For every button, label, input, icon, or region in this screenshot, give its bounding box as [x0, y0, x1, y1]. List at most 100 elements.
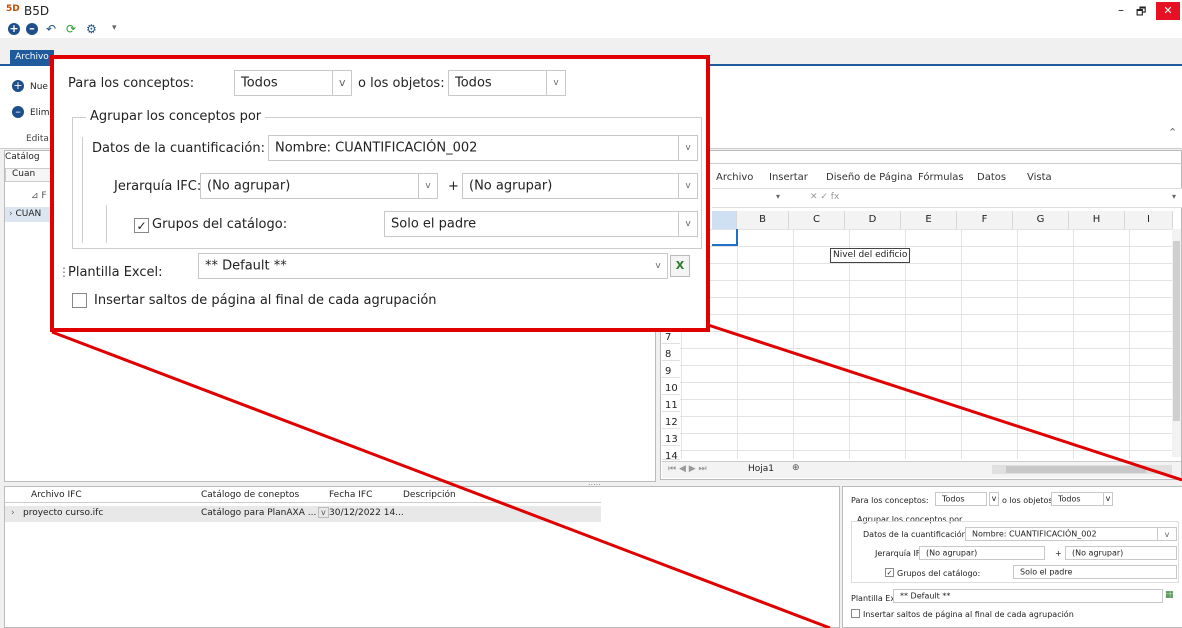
sheet-nav-icons[interactable]: ⏮ ◀ ▶ ⏭ [668, 464, 707, 474]
small-datos-label: Datos de la cuantificación: [863, 530, 970, 539]
small-objetos-dd[interactable]: v [1103, 492, 1113, 506]
horizontal-scrollbar[interactable] [992, 465, 1172, 474]
excel-icon[interactable]: X [670, 255, 690, 277]
chevron-down-icon: v [678, 212, 697, 236]
close-button[interactable]: ✕ [1156, 2, 1180, 20]
small-saltos-checkbox[interactable] [851, 609, 860, 618]
files-header-catalogo[interactable]: Catálogo de coneptos [201, 490, 299, 500]
files-header-archivo[interactable]: Archivo IFC [31, 490, 82, 500]
toolbar-more[interactable]: ▾ [112, 23, 117, 33]
col-header-b[interactable]: B [737, 211, 789, 229]
sheet-menu-diseno[interactable]: Diseño de Página [826, 172, 912, 183]
files-header-descripcion[interactable]: Descripción [403, 490, 456, 500]
col-header-f[interactable]: F [957, 211, 1013, 229]
files-header-fecha[interactable]: Fecha IFC [329, 490, 372, 500]
small-para-dd[interactable]: v [989, 492, 999, 506]
col-header-g[interactable]: G [1013, 211, 1069, 229]
sheet-tab-hoja1[interactable]: Hoja1 [748, 464, 774, 474]
formula-glyphs[interactable]: ✕ ✓ fx [810, 192, 839, 202]
datos-select[interactable]: Nombre: CUANTIFICACIÓN_002 v [268, 135, 698, 161]
plus-label: + [448, 179, 459, 194]
sheet-menu-archivo[interactable]: Archivo [716, 172, 753, 183]
files-row[interactable]: › proyecto curso.ifc Catálogo para PlanA… [5, 506, 601, 522]
datos-label: Datos de la cuantificación: [92, 141, 265, 156]
col-header-i[interactable]: I [1125, 211, 1173, 229]
files-cell-dropdown-icon[interactable]: v [318, 507, 329, 518]
vertical-scrollbar[interactable] [1172, 229, 1181, 457]
small-jerarquia-select[interactable]: (No agrupar) [919, 546, 1045, 560]
small-objetos-label: o los objetos: [1002, 496, 1056, 505]
row-header-7[interactable]: 7 [662, 332, 680, 344]
minimize-button[interactable]: – [1118, 3, 1124, 17]
eliminar-button[interactable]: Elim [30, 108, 49, 118]
small-objetos-select[interactable]: Todos [1051, 492, 1107, 506]
small-grupos-select[interactable]: Solo el padre [1013, 565, 1177, 579]
config-callout: Para los conceptos: Todos v o los objeto… [50, 55, 710, 332]
small-excel-icon[interactable]: ▦ [1165, 590, 1174, 600]
minus-circle-icon[interactable]: – [26, 23, 38, 35]
row-header-14[interactable]: 14 [662, 451, 680, 460]
small-jerarquia2-select[interactable]: (No agrupar) [1065, 546, 1177, 560]
catalog-col-header: Cuan [5, 168, 53, 182]
sheet-menu-vista[interactable]: Vista [1027, 172, 1052, 183]
namebox-dropdown-icon[interactable]: ▾ [776, 192, 780, 201]
jerarquia-select[interactable]: (No agrupar) v [200, 173, 438, 199]
active-cell[interactable] [712, 229, 738, 246]
editar-group-label: Edita [26, 134, 49, 144]
objetos-select[interactable]: Todos v [448, 70, 566, 96]
plantilla-label: Plantilla Excel: [68, 265, 163, 280]
small-datos-select[interactable]: Nombre: CUANTIFICACIÓN_002 v [965, 527, 1177, 541]
row-header-12[interactable]: 12 [662, 417, 680, 429]
agrupar-group-title: Agrupar los conceptos por [86, 109, 266, 124]
sheet-tab-bar: ⏮ ◀ ▶ ⏭ Hoja1 ⊕ [662, 461, 1181, 478]
small-grupos-checkbox[interactable]: ✓ [885, 568, 894, 577]
saltos-checkbox[interactable] [72, 293, 87, 308]
col-header-d[interactable]: D [845, 211, 901, 229]
catalog-group-row[interactable]: ⊿ F [31, 191, 47, 201]
files-cell-fecha: 30/12/2022 14... [329, 508, 404, 518]
refresh-icon[interactable]: ⟳ [66, 22, 76, 36]
col-header-a[interactable] [712, 211, 737, 229]
row-header-8[interactable]: 8 [662, 349, 680, 361]
close-icon: ✕ [1163, 4, 1173, 17]
chevron-down-icon: v [339, 76, 346, 89]
saltos-label: Insertar saltos de página al final de ca… [94, 293, 437, 308]
undo-icon[interactable]: ↶ [46, 22, 56, 36]
grupos-checkbox[interactable]: ✓ [134, 218, 149, 233]
catalog-tab[interactable]: Catálog [5, 152, 40, 162]
small-para-select[interactable]: Todos [935, 492, 987, 506]
plus-circle-icon[interactable]: + [8, 23, 20, 35]
ribbon-collapse-icon[interactable]: ⌃ [1168, 126, 1177, 139]
plantilla-select[interactable]: ** Default ** v [198, 253, 668, 279]
sheet-menu-datos[interactable]: Datos [977, 172, 1006, 183]
row-header-13[interactable]: 13 [662, 434, 680, 446]
catalog-row[interactable]: › CUAN [5, 207, 53, 222]
small-plantilla-select[interactable]: ** Default ** [893, 589, 1163, 603]
files-cell-catalogo[interactable]: Catálogo para PlanAXA ... [201, 508, 316, 518]
add-sheet-icon[interactable]: ⊕ [792, 463, 800, 473]
restore-button[interactable]: 🗗 [1136, 3, 1146, 22]
row-header-9[interactable]: 9 [662, 366, 680, 378]
gear-icon[interactable]: ⚙ [86, 22, 97, 36]
nuevo-icon[interactable]: + [12, 80, 24, 92]
small-plus-label: + [1055, 549, 1062, 558]
para-conceptos-label: Para los conceptos: [68, 76, 195, 91]
row-header-11[interactable]: 11 [662, 400, 680, 412]
ribbon-tab-archivo[interactable]: Archivo [10, 50, 54, 64]
grupos-label: Grupos del catálogo: [152, 217, 288, 232]
formula-expand-icon[interactable]: ▾ [1172, 192, 1176, 201]
small-config-panel: Para los conceptos: Todos v o los objeto… [842, 486, 1182, 628]
jerarquia2-select[interactable]: (No agrupar) v [462, 173, 698, 199]
sheet-menu-insertar[interactable]: Insertar [769, 172, 808, 183]
cell-grid[interactable] [680, 229, 1172, 459]
col-header-c[interactable]: C [789, 211, 845, 229]
nuevo-button[interactable]: Nue [30, 82, 48, 92]
col-header-h[interactable]: H [1069, 211, 1125, 229]
nested-group-line [82, 137, 83, 243]
para-conceptos-dropdown[interactable]: v [332, 70, 352, 96]
eliminar-icon[interactable]: – [12, 106, 24, 118]
grupos-select[interactable]: Solo el padre v [384, 211, 698, 237]
col-header-e[interactable]: E [901, 211, 957, 229]
sheet-menu-formulas[interactable]: Fórmulas [918, 172, 964, 183]
row-header-10[interactable]: 10 [662, 383, 680, 395]
